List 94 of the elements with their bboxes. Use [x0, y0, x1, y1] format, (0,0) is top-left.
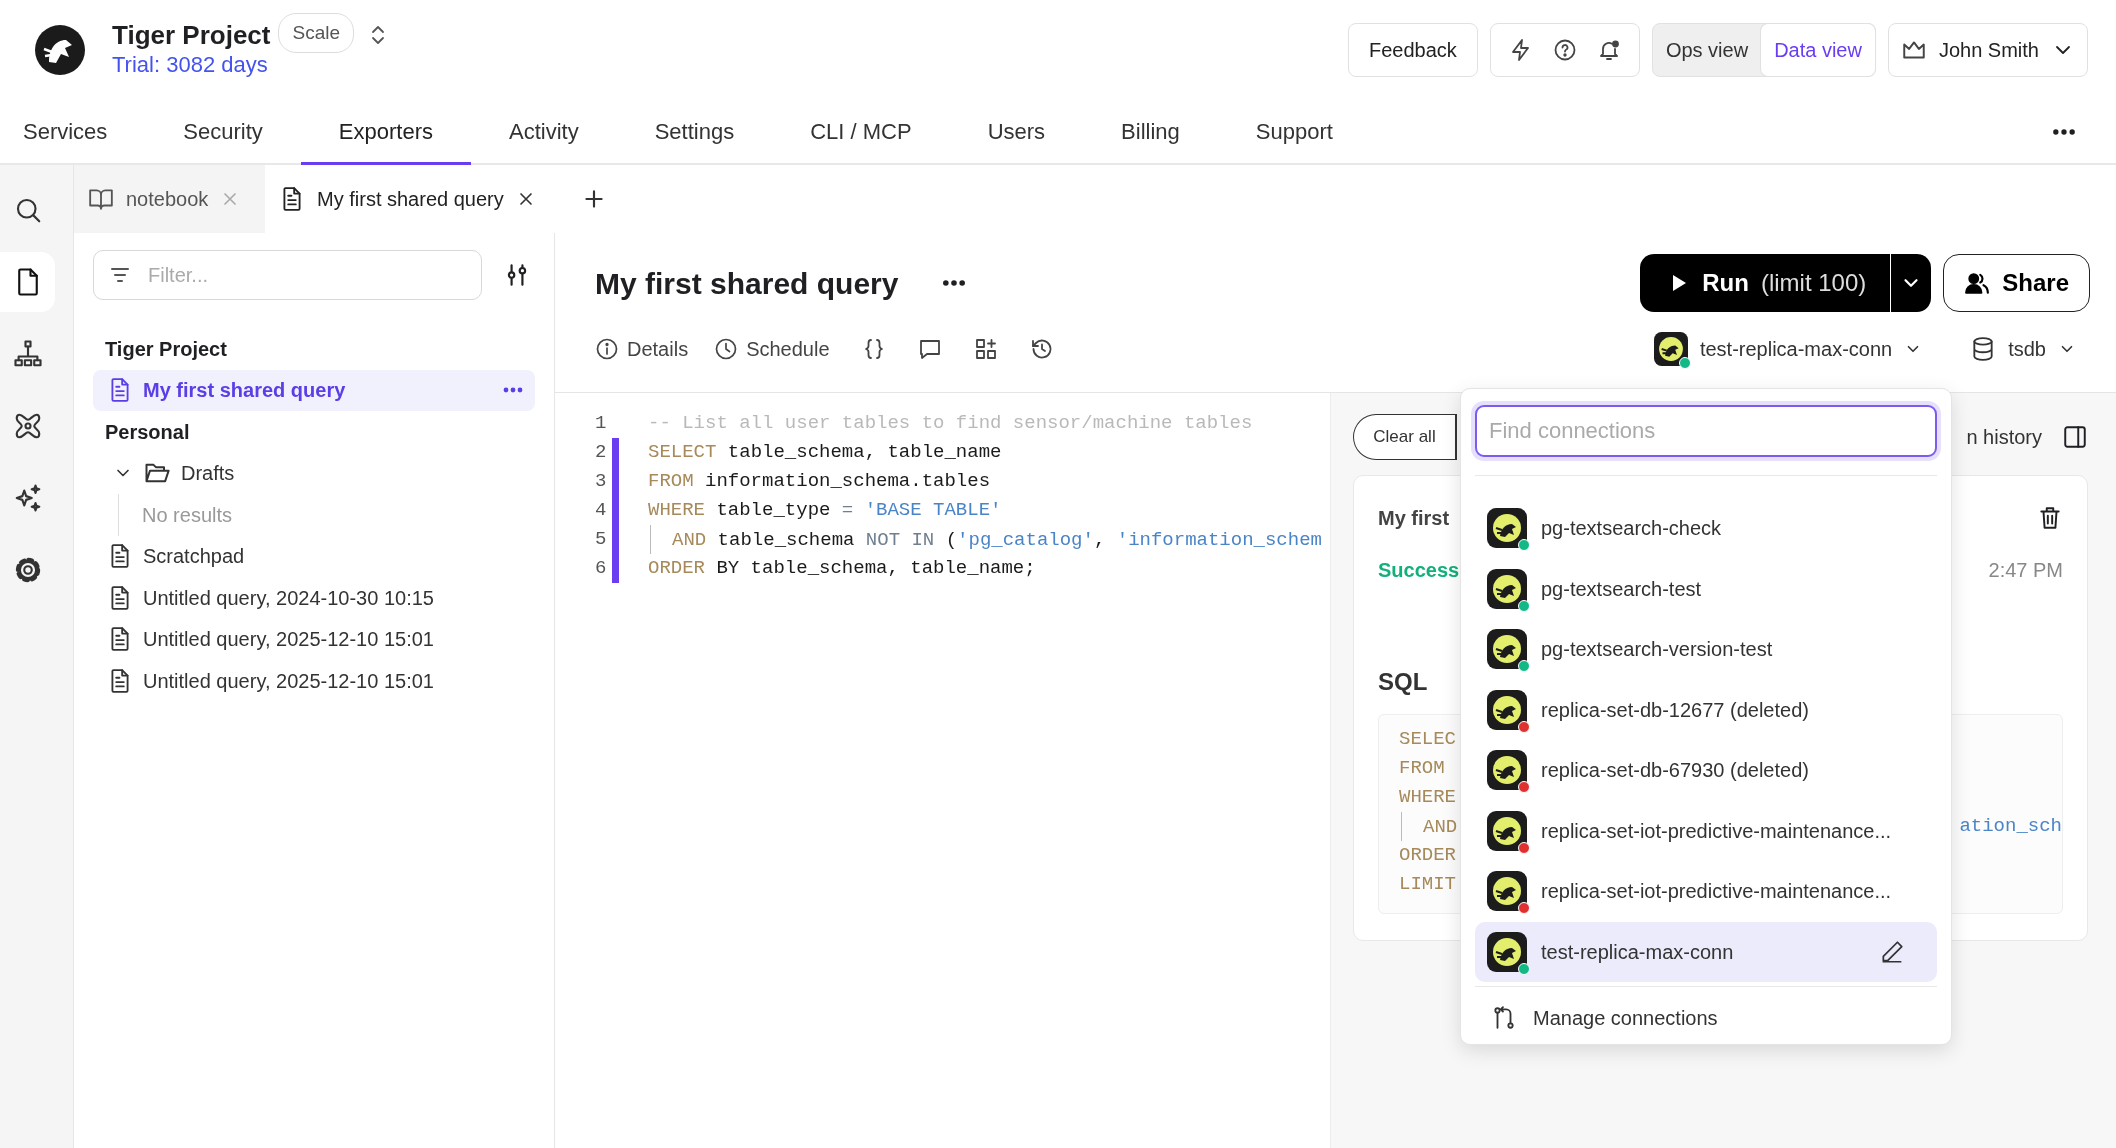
logo-icon[interactable] — [34, 24, 86, 76]
query-title: My first shared query — [595, 265, 899, 302]
code-line: AND table_schema NOT IN ('pg_catalog', 'information_schem — [648, 525, 1322, 554]
server-avatar-icon — [1487, 871, 1527, 912]
code-line: FROM — [1399, 756, 1445, 782]
run-options-button[interactable] — [1891, 254, 1932, 312]
connection-item[interactable]: pg-textsearch-version-test — [1475, 619, 1937, 680]
code-line: -- List all user tables to find sensor/machine tables — [648, 411, 1253, 437]
hierarchy-icon — [12, 339, 43, 369]
code-line: LIMIT — [1399, 872, 1456, 898]
view-toggle-option[interactable]: Ops view — [1652, 24, 1762, 76]
status-label: Success — [1378, 558, 1460, 583]
server-avatar-icon — [1487, 810, 1527, 851]
help-icon[interactable] — [1552, 38, 1577, 62]
schedule-button[interactable]: Schedule — [714, 334, 830, 364]
nav-tab[interactable]: Billing — [1083, 100, 1218, 165]
nav-tab[interactable]: Settings — [616, 100, 773, 165]
code-line: FROM information_schema.tables — [648, 469, 991, 495]
code-line: SELEC — [1399, 727, 1456, 753]
server-avatar-icon — [1487, 508, 1527, 549]
sidebar-toggle-icon[interactable] — [2062, 424, 2088, 450]
nav-tab[interactable]: Support — [1217, 100, 1371, 165]
server-avatar-icon — [1487, 568, 1527, 609]
time-label: 2:47 PM — [1988, 558, 2063, 583]
view-toggle-option[interactable]: Data view — [1761, 24, 1875, 76]
nav-tab[interactable]: Services — [0, 100, 146, 165]
connection-item[interactable]: test-replica-max-conn — [1475, 921, 1937, 982]
connection-select[interactable]: test-replica-max-conn — [1653, 332, 1923, 366]
widgets-add-icon[interactable] — [973, 337, 998, 361]
line-number: 3 — [595, 469, 608, 495]
search-field[interactable]: Find connections — [1475, 405, 1937, 457]
branch-icon — [1491, 1004, 1517, 1031]
code-line: ORDER — [1399, 843, 1456, 869]
code-line: AND — [1399, 812, 1458, 841]
info-icon — [595, 337, 619, 361]
connection-item[interactable]: replica-set-iot-predictive-maintenance... — [1475, 861, 1937, 922]
clock-icon — [714, 337, 739, 361]
nav-tab[interactable]: Security — [145, 100, 301, 165]
feedback-button[interactable]: Feedback — [1348, 23, 1478, 77]
edit-icon[interactable] — [1879, 938, 1905, 965]
nav-tab[interactable]: Activity — [471, 100, 617, 165]
server-avatar-icon — [1487, 750, 1527, 791]
sidebar-nav-button[interactable] — [0, 252, 55, 312]
connection-item[interactable]: pg-textsearch-check — [1475, 498, 1937, 559]
code-line: ation_sch — [1959, 814, 2062, 840]
query-item[interactable]: Scratchpad — [93, 535, 535, 577]
share-button[interactable]: Share — [1943, 254, 2090, 312]
code-line: WHERE table_type = 'BASE TABLE' — [648, 498, 1002, 524]
server-avatar-icon — [1653, 332, 1688, 366]
query-item[interactable]: Untitled query, 2025-12-10 15:01 — [93, 660, 535, 702]
section-heading: Tiger Project — [104, 336, 228, 362]
book-icon — [88, 186, 114, 212]
connection-item[interactable]: replica-set-db-67930 (deleted) — [1475, 740, 1937, 801]
history-tab[interactable]: n history — [1966, 422, 2042, 452]
query-item[interactable]: My first shared query — [93, 369, 535, 411]
details-button[interactable]: Details — [595, 334, 689, 364]
line-number: 6 — [595, 556, 608, 582]
line-number: 2 — [595, 440, 608, 466]
section-heading: SQL — [1378, 667, 1429, 697]
code-line: WHERE — [1399, 785, 1456, 811]
users-icon — [1964, 270, 1991, 296]
manage-connections-button[interactable]: Manage connections — [1475, 1002, 1734, 1033]
history-icon[interactable] — [1029, 337, 1054, 361]
folder-item[interactable]: Drafts — [93, 452, 535, 494]
project-name: Tiger Project — [112, 20, 271, 52]
query-title: My first — [1378, 506, 1450, 531]
empty-message: No results — [142, 502, 234, 528]
server-avatar-icon — [1487, 931, 1527, 972]
line-number: 5 — [595, 527, 608, 553]
nav-tab[interactable]: CLI / MCP — [772, 100, 950, 165]
nav-tab[interactable]: Users — [949, 100, 1084, 165]
server-avatar-icon — [1487, 689, 1527, 730]
line-number: 1 — [595, 411, 608, 437]
code-line: ORDER BY table_schema, table_name; — [648, 556, 1036, 582]
filter-input[interactable]: Filter... — [146, 259, 467, 291]
connection-item[interactable]: replica-set-iot-predictive-maintenance... — [1475, 800, 1937, 861]
section-heading: Personal — [104, 419, 191, 445]
comment-icon[interactable] — [917, 337, 942, 361]
filter-field[interactable]: Filter... — [93, 250, 482, 300]
plan-badge: Scale — [278, 12, 354, 54]
code-line: SELECT table_schema, table_name — [648, 440, 1002, 466]
line-number: 4 — [595, 498, 608, 524]
server-avatar-icon — [1487, 629, 1527, 670]
editor-tab[interactable]: notebook — [74, 165, 265, 233]
run-button[interactable]: Run (limit 100) — [1640, 254, 1891, 312]
database-select[interactable]: tsdb — [1970, 334, 2076, 364]
connection-item[interactable]: pg-textsearch-test — [1475, 558, 1937, 619]
query-item[interactable]: Untitled query, 2025-12-10 15:01 — [93, 618, 535, 660]
user-menu-button[interactable]: John Smith — [1887, 23, 2088, 77]
trial-link[interactable]: Trial: 3082 days — [112, 51, 271, 80]
connection-item[interactable]: replica-set-db-12677 (deleted) — [1475, 679, 1937, 740]
clear-all-button[interactable]: Clear all — [1353, 414, 1457, 460]
query-item[interactable]: Untitled query, 2024-10-30 10:15 — [93, 577, 535, 619]
trash-icon[interactable] — [2037, 505, 2063, 531]
